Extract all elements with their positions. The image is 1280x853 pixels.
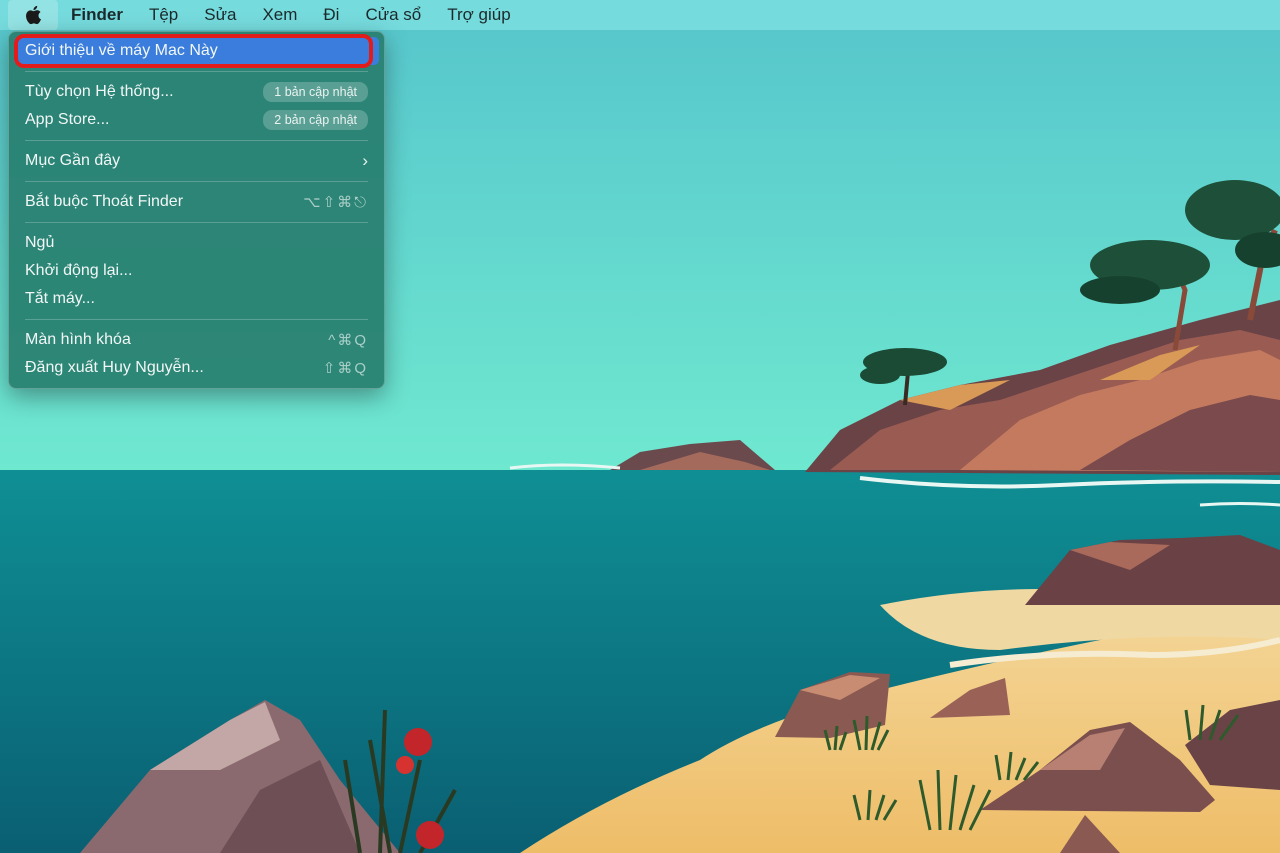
menu-item-shut-down[interactable]: Tắt máy... xyxy=(9,285,384,313)
apple-menu-dropdown: Giới thiệu về máy Mac Này Tùy chọn Hệ th… xyxy=(8,31,385,389)
apple-logo-icon xyxy=(26,5,41,25)
menu-separator xyxy=(25,71,368,72)
menubar-item-help[interactable]: Trợ giúp xyxy=(434,0,523,30)
menu-item-sleep[interactable]: Ngủ xyxy=(9,229,384,257)
keyboard-shortcut: ⌥⇧⌘⎋ xyxy=(303,194,368,211)
menubar-item-edit[interactable]: Sửa xyxy=(191,0,249,30)
update-badge: 2 bản cập nhật xyxy=(263,110,368,130)
menu-item-recent-items[interactable]: Mục Gần đây › xyxy=(9,147,384,175)
menu-item-about-this-mac[interactable]: Giới thiệu về máy Mac Này xyxy=(14,37,379,65)
keyboard-shortcut: ⇧⌘Q xyxy=(322,360,368,377)
menu-item-label: Đăng xuất Huy Nguyễn... xyxy=(25,359,204,376)
menu-separator xyxy=(25,319,368,320)
menu-item-lock-screen[interactable]: Màn hình khóa ^⌘Q xyxy=(9,326,384,354)
apple-menu-button[interactable] xyxy=(8,0,58,30)
menu-item-label: Ngủ xyxy=(25,234,55,251)
menubar-item-finder[interactable]: Finder xyxy=(58,0,136,30)
menu-item-force-quit[interactable]: Bắt buộc Thoát Finder ⌥⇧⌘⎋ xyxy=(9,188,384,216)
menu-item-system-preferences[interactable]: Tùy chọn Hệ thống... 1 bản cập nhật xyxy=(9,78,384,106)
menubar-item-view[interactable]: Xem xyxy=(249,0,310,30)
menu-item-label: Tùy chọn Hệ thống... xyxy=(25,83,174,100)
menu-item-label: Màn hình khóa xyxy=(25,331,131,348)
menubar-item-window[interactable]: Cửa sổ xyxy=(352,0,434,30)
menubar-item-file[interactable]: Tệp xyxy=(136,0,191,30)
menu-item-log-out[interactable]: Đăng xuất Huy Nguyễn... ⇧⌘Q xyxy=(9,354,384,382)
menu-item-app-store[interactable]: App Store... 2 bản cập nhật xyxy=(9,106,384,134)
menu-separator xyxy=(25,222,368,223)
menu-item-restart[interactable]: Khởi động lại... xyxy=(9,257,384,285)
keyboard-shortcut: ^⌘Q xyxy=(328,332,368,349)
menu-item-label: Khởi động lại... xyxy=(25,262,133,279)
menu-separator xyxy=(25,181,368,182)
menu-item-label: Bắt buộc Thoát Finder xyxy=(25,193,184,210)
menu-item-label: Mục Gần đây xyxy=(25,152,121,169)
menubar-item-go[interactable]: Đi xyxy=(310,0,352,30)
menu-item-label: Tắt máy... xyxy=(25,290,95,307)
menu-separator xyxy=(25,140,368,141)
chevron-right-icon: › xyxy=(362,151,368,170)
menu-item-label: App Store... xyxy=(25,111,110,128)
update-badge: 1 bản cập nhật xyxy=(263,82,368,102)
menu-item-label: Giới thiệu về máy Mac Này xyxy=(25,42,218,59)
menu-bar: Finder Tệp Sửa Xem Đi Cửa sổ Trợ giúp xyxy=(0,0,1280,30)
